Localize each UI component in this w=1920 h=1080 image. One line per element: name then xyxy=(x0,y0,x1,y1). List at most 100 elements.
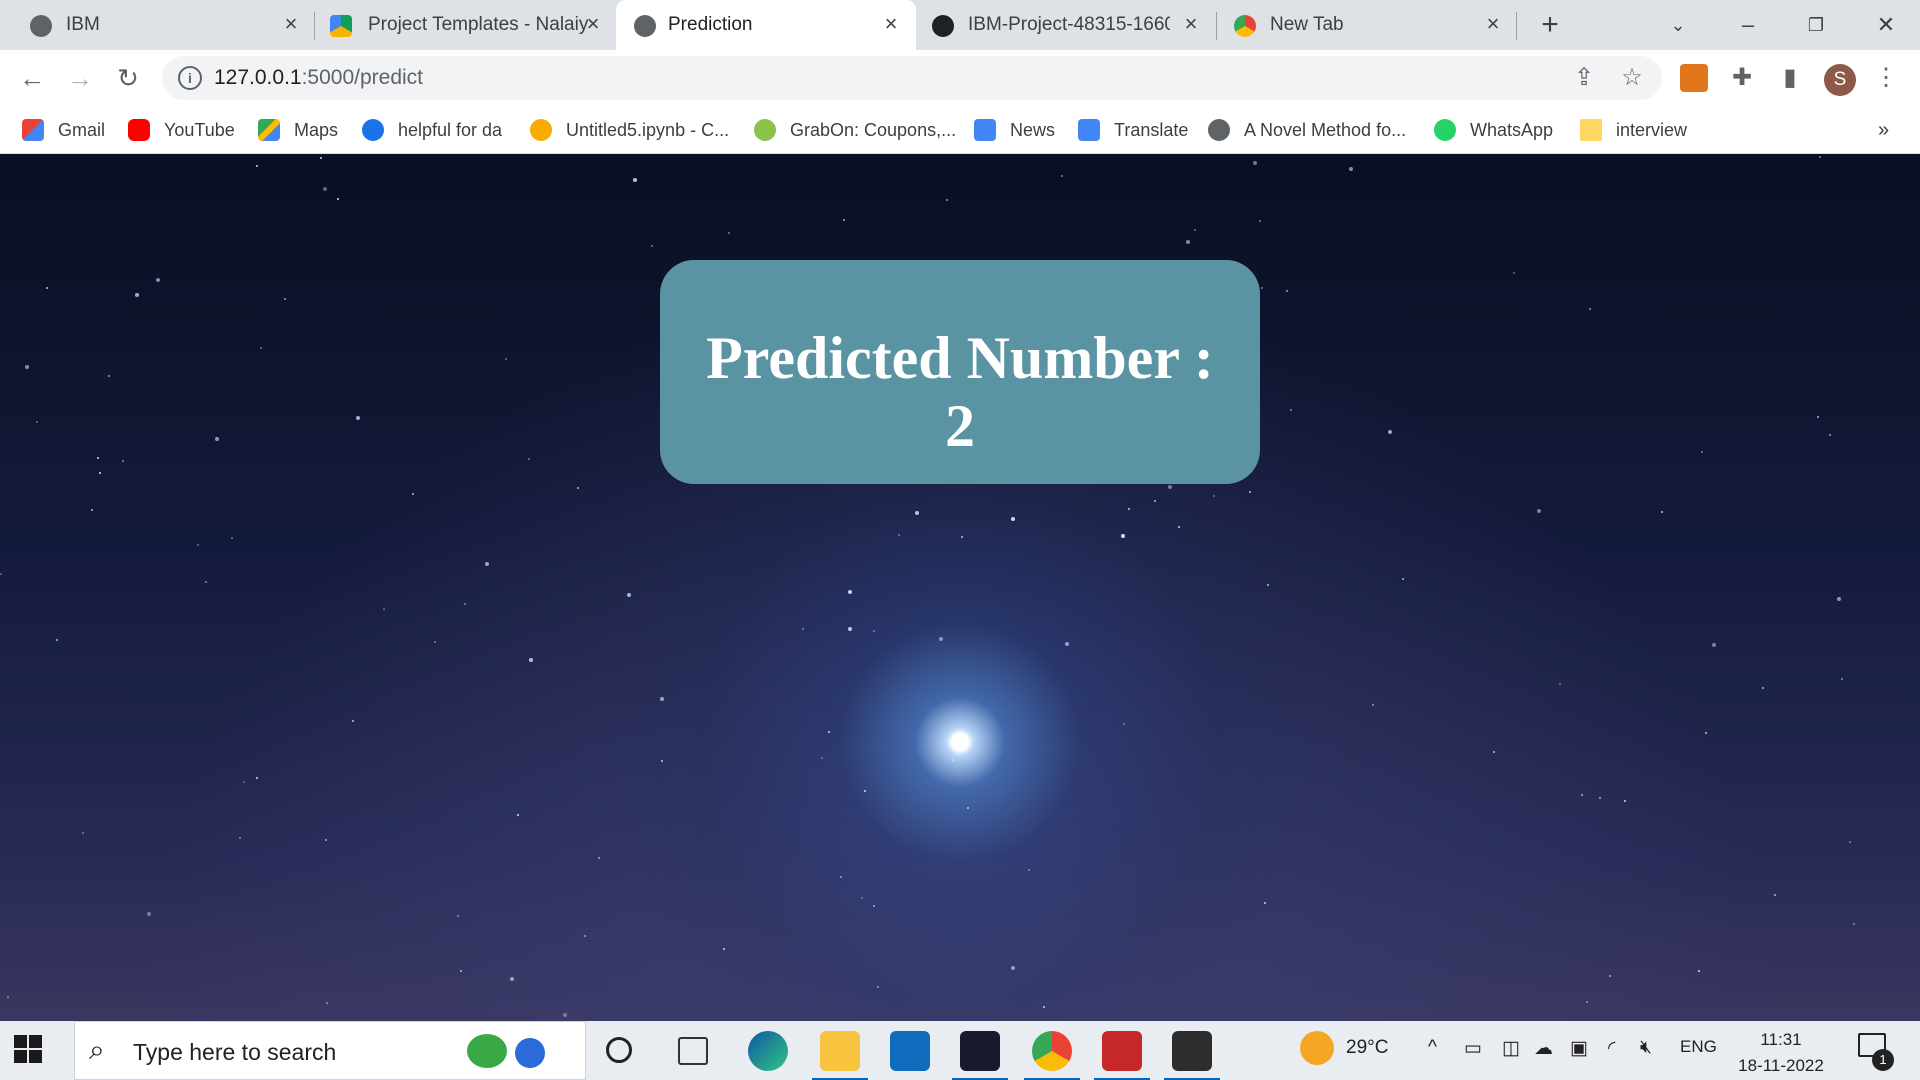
bookmark-news[interactable]: News xyxy=(974,116,1055,144)
chrome-taskbar-icon[interactable] xyxy=(1024,1031,1080,1080)
star xyxy=(352,720,354,722)
star xyxy=(215,437,219,441)
star xyxy=(1186,240,1190,244)
display-icon[interactable]: ▣ xyxy=(1570,1037,1588,1060)
tab-project-templates[interactable]: Project Templates - Nalaiy × xyxy=(316,0,616,50)
meet-now-icon[interactable]: ◫ xyxy=(1502,1037,1520,1060)
weather-temperature[interactable]: 29°C xyxy=(1346,1037,1388,1059)
webex-icon[interactable] xyxy=(952,1031,1008,1080)
task-view-icon[interactable] xyxy=(678,1037,708,1065)
star xyxy=(1581,794,1583,796)
taskbar-search-box[interactable]: ⌕ Type here to search xyxy=(74,1021,586,1080)
star xyxy=(1121,534,1125,538)
more-menu-icon[interactable]: ⋮ xyxy=(1872,64,1900,92)
onedrive-cloud-icon[interactable]: ☁ xyxy=(1534,1037,1553,1060)
notification-center-icon[interactable]: 1 xyxy=(1858,1033,1894,1071)
star xyxy=(260,347,262,349)
site-info-icon[interactable]: i xyxy=(178,66,202,90)
terminal-icon[interactable] xyxy=(1164,1031,1220,1080)
language-indicator[interactable]: ENG xyxy=(1680,1037,1717,1057)
bookmark-grabon[interactable]: GrabOn: Coupons,... xyxy=(754,116,956,144)
volume-muted-icon[interactable]: 🔇︎ xyxy=(1640,1037,1652,1059)
restore-icon[interactable]: ❐ xyxy=(1796,8,1836,42)
file-explorer-icon[interactable] xyxy=(812,1031,868,1080)
star xyxy=(952,759,954,761)
show-hidden-icons-chevron-icon[interactable]: ^ xyxy=(1428,1037,1437,1059)
url-text[interactable]: 127.0.0.1:5000/predict xyxy=(214,66,423,90)
globe-icon xyxy=(634,15,656,37)
share-icon[interactable]: ⇪ xyxy=(1570,64,1598,92)
star xyxy=(848,627,852,631)
search-highlight-icon xyxy=(467,1034,507,1068)
reload-icon[interactable]: ↻ xyxy=(110,60,146,96)
mail-icon[interactable] xyxy=(890,1031,930,1071)
close-tab-icon[interactable]: × xyxy=(1482,12,1504,36)
forward-arrow-icon[interactable]: → xyxy=(62,60,98,96)
tab-prediction[interactable]: Prediction × xyxy=(616,0,916,50)
tab-github-project[interactable]: IBM-Project-48315-16608 × xyxy=(916,0,1216,50)
tab-ibm[interactable]: IBM × xyxy=(0,0,306,50)
star xyxy=(1388,430,1392,434)
system-clock[interactable]: 11:31 18-11-2022 xyxy=(1736,1027,1826,1079)
metamask-extension-icon[interactable] xyxy=(1680,64,1708,92)
star xyxy=(1261,287,1263,289)
bookmark-youtube[interactable]: YouTube xyxy=(128,116,235,144)
close-tab-icon[interactable]: × xyxy=(1180,12,1202,36)
bookmark-translate[interactable]: Translate xyxy=(1078,116,1188,144)
cortana-icon[interactable] xyxy=(606,1037,632,1063)
bookmark-novel-method[interactable]: A Novel Method fo... xyxy=(1208,116,1406,144)
bookmark-colab[interactable]: Untitled5.ipynb - C... xyxy=(530,116,729,144)
star xyxy=(946,199,948,201)
bookmark-gmail[interactable]: Gmail xyxy=(22,116,105,144)
star xyxy=(1178,526,1180,528)
close-window-icon[interactable]: ✕ xyxy=(1866,8,1906,42)
windows-start-icon[interactable] xyxy=(14,1035,44,1065)
ruby-app-icon[interactable] xyxy=(1094,1031,1150,1080)
star xyxy=(728,232,730,234)
more-bookmarks-chevron-icon[interactable]: » xyxy=(1878,116,1889,144)
bookmark-star-icon[interactable]: ☆ xyxy=(1618,64,1646,92)
star xyxy=(284,298,286,300)
star xyxy=(1589,308,1591,310)
side-panel-icon[interactable]: ▮ xyxy=(1776,64,1804,92)
star xyxy=(1513,272,1515,274)
star xyxy=(99,472,101,474)
battery-icon[interactable]: ▭ xyxy=(1464,1037,1482,1060)
bookmarks-bar: Gmail YouTube Maps helpful for da Untitl… xyxy=(0,106,1920,154)
star xyxy=(1267,584,1269,586)
tab-new-tab[interactable]: New Tab × xyxy=(1218,0,1518,50)
minimize-icon[interactable]: – xyxy=(1728,8,1768,42)
star xyxy=(46,287,48,289)
star xyxy=(1253,161,1257,165)
close-tab-icon[interactable]: × xyxy=(280,12,302,36)
star xyxy=(356,416,360,420)
star xyxy=(485,562,489,566)
star xyxy=(723,948,725,950)
star xyxy=(915,511,919,515)
bookmark-interview[interactable]: interview xyxy=(1580,116,1687,144)
close-tab-icon[interactable]: × xyxy=(582,12,604,36)
star xyxy=(82,832,84,834)
wifi-icon[interactable]: ◜ xyxy=(1608,1037,1615,1060)
star xyxy=(457,915,459,917)
google-drive-icon xyxy=(330,15,352,37)
address-bar[interactable]: i 127.0.0.1:5000/predict ⇪ ☆ xyxy=(162,56,1662,100)
tab-label: Project Templates - Nalaiy xyxy=(368,14,589,35)
tab-search-chevron-icon[interactable]: ⌄ xyxy=(1658,8,1698,42)
star xyxy=(598,857,600,859)
new-tab-button[interactable]: + xyxy=(1530,8,1570,42)
bookmark-helpful[interactable]: helpful for da xyxy=(362,116,502,144)
bookmark-whatsapp[interactable]: WhatsApp xyxy=(1434,116,1553,144)
profile-avatar[interactable]: S xyxy=(1824,64,1856,96)
prediction-label: Predicted Number : xyxy=(706,325,1214,391)
close-tab-icon[interactable]: × xyxy=(880,12,902,36)
edge-browser-icon[interactable] xyxy=(748,1031,788,1071)
weather-icon[interactable] xyxy=(1300,1031,1334,1065)
bookmark-maps[interactable]: Maps xyxy=(258,116,338,144)
star xyxy=(7,996,9,998)
star xyxy=(802,628,804,630)
extensions-puzzle-icon[interactable]: ✚ xyxy=(1728,64,1756,92)
star xyxy=(323,187,327,191)
star xyxy=(864,790,866,792)
back-arrow-icon[interactable]: ← xyxy=(14,60,50,96)
